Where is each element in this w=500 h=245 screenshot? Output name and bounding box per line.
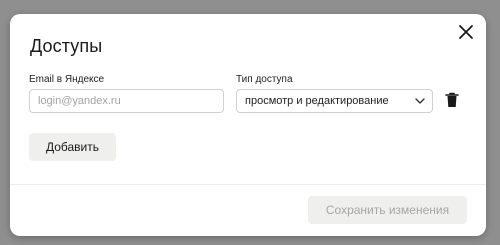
access-dialog: Доступы Email в Яндексе Тип доступа прос… <box>10 14 486 236</box>
access-type-label: Тип доступа <box>236 74 293 85</box>
access-type-select[interactable]: просмотр и редактирование <box>236 89 433 113</box>
footer-divider <box>10 184 486 185</box>
access-type-value: просмотр и редактирование <box>245 95 389 107</box>
dialog-title: Доступы <box>30 36 103 56</box>
email-label: Email в Яндексе <box>29 74 105 85</box>
email-input[interactable] <box>29 89 224 113</box>
close-icon <box>459 25 473 39</box>
chevron-down-icon <box>415 98 425 104</box>
delete-access-button[interactable] <box>445 92 459 108</box>
add-button[interactable]: Добавить <box>29 133 116 161</box>
close-button[interactable] <box>458 24 474 40</box>
save-changes-button[interactable]: Сохранить изменения <box>308 196 467 224</box>
trash-icon <box>445 92 459 107</box>
